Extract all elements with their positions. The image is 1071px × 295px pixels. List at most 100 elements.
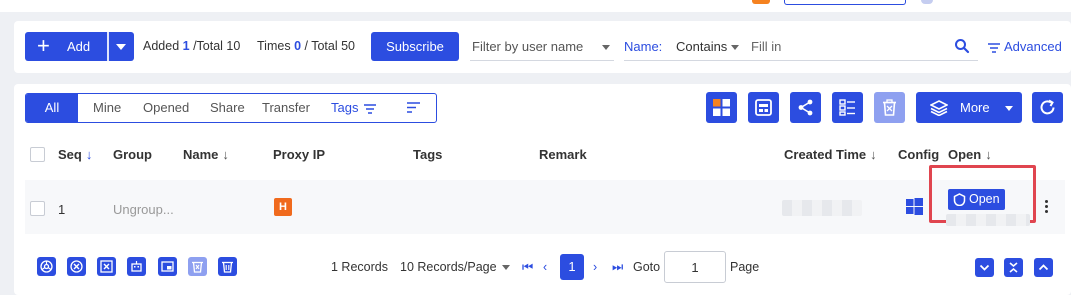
header-outline-button[interactable] <box>784 0 906 5</box>
row-more-icon[interactable] <box>1045 200 1049 214</box>
close-circle-icon <box>70 260 83 273</box>
added-count: 1 <box>182 39 190 53</box>
batch-open-button[interactable] <box>37 257 56 276</box>
column-name-label: Name <box>183 147 219 162</box>
column-open[interactable]: Open ↓ <box>948 147 992 162</box>
page-label: Page <box>730 260 760 274</box>
window-layout-button[interactable] <box>748 92 779 123</box>
robot-icon <box>131 261 142 272</box>
added-stat: Added 1 /Total 10 <box>143 39 240 53</box>
first-page-icon[interactable]: ⏮ <box>522 260 533 275</box>
name-search-field[interactable]: Name: Contains Fill in <box>624 32 978 61</box>
chrome-icon <box>40 260 53 273</box>
batch-trash-button[interactable] <box>218 257 237 276</box>
added-total: /Total 10 <box>193 39 241 53</box>
add-button-label: Add <box>67 39 91 54</box>
created-time-redacted <box>782 200 862 216</box>
picture-in-picture-icon <box>161 261 174 272</box>
open-profile-button[interactable]: Open <box>948 189 1005 210</box>
browser-shield-icon <box>953 193 966 206</box>
filter-tabs: All Mine Opened Share Transfer Tags <box>25 93 437 123</box>
times-prefix: Times <box>257 39 291 53</box>
times-total: / Total 50 <box>304 39 356 53</box>
last-page-icon[interactable]: ⏭ <box>612 260 623 275</box>
fill-in-input[interactable]: Fill in <box>751 39 781 54</box>
refresh-button[interactable] <box>1032 92 1063 123</box>
tab-tags[interactable]: Tags <box>331 94 377 122</box>
close-square-icon <box>100 260 113 273</box>
column-config: Config <box>898 147 940 162</box>
column-seq-label: Seq <box>58 147 82 162</box>
name-field-label: Name: <box>624 39 663 54</box>
column-proxy-ip: Proxy IP <box>273 147 326 162</box>
page-size-select[interactable]: 10 Records/Page <box>400 260 497 274</box>
tab-tags-label: Tags <box>331 100 359 115</box>
chevron-down-icon <box>1005 106 1013 111</box>
column-open-label: Open <box>948 147 982 162</box>
prev-page-icon[interactable]: ‹ <box>543 260 547 274</box>
trash-icon <box>192 261 203 273</box>
tab-all[interactable]: All <box>26 94 78 122</box>
arrow-down-icon: ↓ <box>222 147 229 162</box>
share-button[interactable] <box>790 92 821 123</box>
select-all-checkbox[interactable] <box>30 147 45 162</box>
batch-clear-button[interactable] <box>97 257 116 276</box>
row-seq: 1 <box>58 202 66 217</box>
trash-icon <box>883 99 896 116</box>
advanced-filter-link[interactable]: Advanced <box>988 39 1062 54</box>
column-seq[interactable]: Seq ↓ <box>58 147 92 162</box>
proxy-type-badge: H <box>274 198 292 216</box>
grid-view-button[interactable] <box>706 92 737 123</box>
batch-window-button[interactable] <box>158 257 177 276</box>
more-button[interactable]: More <box>916 92 1022 123</box>
tab-mine[interactable]: Mine <box>93 94 121 122</box>
filter-user-placeholder: Filter by user name <box>472 39 584 54</box>
user-avatar[interactable] <box>921 0 933 4</box>
filter-icon <box>364 103 377 114</box>
add-dropdown-caret-icon[interactable] <box>116 44 126 50</box>
scroll-up-button[interactable] <box>1034 258 1053 277</box>
filter-icon <box>988 42 1000 53</box>
tab-share[interactable]: Share <box>210 94 245 122</box>
column-created-time-label: Created Time <box>784 147 867 162</box>
sort-icon[interactable] <box>407 102 420 113</box>
chevron-down-icon <box>602 45 610 50</box>
grid-view-icon <box>713 99 730 116</box>
goto-page-input[interactable] <box>664 251 726 283</box>
page-1-button[interactable]: 1 <box>560 254 584 280</box>
notification-badge[interactable] <box>752 0 770 4</box>
contains-select[interactable]: Contains <box>676 39 727 54</box>
column-created-time[interactable]: Created Time ↓ <box>784 147 877 162</box>
open-info-redacted <box>946 214 1030 226</box>
more-label: More <box>960 100 990 115</box>
arrow-down-icon: ↓ <box>85 147 93 162</box>
trash-icon <box>222 261 233 273</box>
delete-button[interactable] <box>874 92 905 123</box>
scroll-down-button[interactable] <box>975 258 994 277</box>
tab-opened[interactable]: Opened <box>143 94 189 122</box>
list-view-button[interactable] <box>832 92 863 123</box>
batch-delete-button[interactable] <box>188 257 207 276</box>
batch-close-button[interactable] <box>67 257 86 276</box>
open-button-label: Open <box>969 192 1000 206</box>
chevron-down-icon <box>979 264 990 271</box>
add-button[interactable]: + Add <box>25 32 134 61</box>
share-icon <box>798 99 813 116</box>
page-size-label: 10 Records/Page <box>400 260 497 274</box>
tab-transfer[interactable]: Transfer <box>262 94 310 122</box>
filter-user-select[interactable]: Filter by user name <box>470 32 614 61</box>
top-strip <box>0 0 1071 12</box>
search-icon[interactable] <box>954 38 970 54</box>
collapse-icon <box>1009 262 1018 273</box>
batch-bot-button[interactable] <box>127 257 146 276</box>
row-checkbox[interactable] <box>30 201 45 216</box>
subscribe-button[interactable]: Subscribe <box>371 32 459 61</box>
chevron-down-icon <box>731 45 739 50</box>
row-group: Ungroup... <box>113 202 174 217</box>
add-button-divider <box>107 32 109 61</box>
next-page-icon[interactable]: › <box>593 260 597 274</box>
column-name[interactable]: Name ↓ <box>183 147 229 162</box>
collapse-button[interactable] <box>1004 258 1023 277</box>
advanced-label: Advanced <box>1004 39 1062 54</box>
times-count: 0 <box>294 39 302 53</box>
